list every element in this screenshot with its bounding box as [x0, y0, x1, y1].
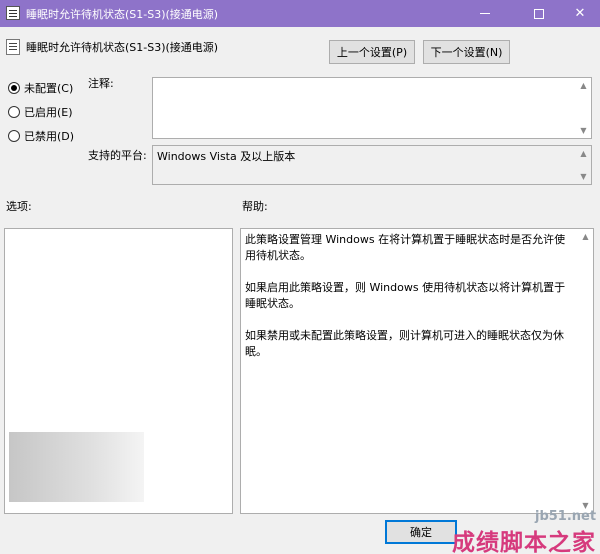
watermark-site: jb51.net	[535, 509, 597, 524]
platform-label: 支持的平台:	[88, 149, 147, 162]
radio-disabled[interactable]: 已禁用(D)	[8, 128, 74, 144]
help-paragraph: 此策略设置管理 Windows 在将计算机置于睡眠状态时是否允许使用待机状态。	[245, 233, 566, 262]
options-label: 选项:	[6, 200, 32, 213]
scroll-up-icon[interactable]: ▲	[580, 81, 586, 90]
comment-label: 注释:	[88, 77, 114, 90]
maximize-icon	[534, 8, 544, 19]
scroll-up-icon[interactable]: ▲	[582, 232, 588, 241]
platform-field: Windows Vista 及以上版本 ▲ ▼	[152, 145, 592, 185]
setting-icon	[6, 39, 20, 55]
radio-label: 已禁用(D)	[24, 130, 75, 143]
help-label: 帮助:	[242, 200, 268, 213]
blurred-region	[9, 432, 144, 502]
radio-indicator[interactable]	[8, 106, 20, 118]
ok-button[interactable]: 确定	[385, 520, 457, 544]
radio-indicator[interactable]	[8, 130, 20, 142]
help-scrollbar[interactable]: ▲ ▼	[578, 229, 593, 513]
policy-icon	[6, 6, 20, 20]
radio-indicator[interactable]	[8, 82, 20, 94]
radio-label: 已启用(E)	[24, 106, 73, 119]
platform-value: Windows Vista 及以上版本	[157, 150, 296, 163]
close-button[interactable]: ✕	[560, 0, 600, 27]
next-setting-button[interactable]: 下一个设置(N)	[423, 40, 510, 64]
scroll-up-icon[interactable]: ▲	[580, 149, 586, 158]
watermark-brand: 成绩脚本之家	[452, 529, 596, 554]
previous-setting-button[interactable]: 上一个设置(P)	[329, 40, 415, 64]
setting-title: 睡眠时允许待机状态(S1-S3)(接通电源)	[26, 41, 219, 54]
help-paragraph: 如果禁用或未配置此策略设置，则计算机可进入的睡眠状态仅为休眠。	[245, 329, 564, 358]
platform-scrollbar[interactable]: ▲ ▼	[576, 146, 591, 184]
radio-enabled[interactable]: 已启用(E)	[8, 104, 73, 120]
comment-scrollbar[interactable]: ▲ ▼	[576, 78, 591, 138]
minimize-icon	[480, 13, 490, 14]
help-panel: 此策略设置管理 Windows 在将计算机置于睡眠状态时是否允许使用待机状态。 …	[240, 228, 594, 514]
comment-field[interactable]: ▲ ▼	[152, 77, 592, 139]
close-icon: ✕	[574, 6, 586, 21]
radio-label: 未配置(C)	[24, 82, 74, 95]
scroll-down-icon[interactable]: ▼	[580, 172, 586, 181]
radio-not-configured[interactable]: 未配置(C)	[8, 80, 73, 96]
title-bar: 睡眠时允许待机状态(S1-S3)(接通电源) ✕	[0, 0, 600, 27]
maximize-button[interactable]	[516, 0, 562, 27]
window-title: 睡眠时允许待机状态(S1-S3)(接通电源)	[26, 8, 219, 21]
minimize-button[interactable]	[462, 0, 508, 27]
scroll-down-icon[interactable]: ▼	[580, 126, 586, 135]
help-paragraph: 如果启用此策略设置，则 Windows 使用待机状态以将计算机置于睡眠状态。	[245, 281, 566, 310]
